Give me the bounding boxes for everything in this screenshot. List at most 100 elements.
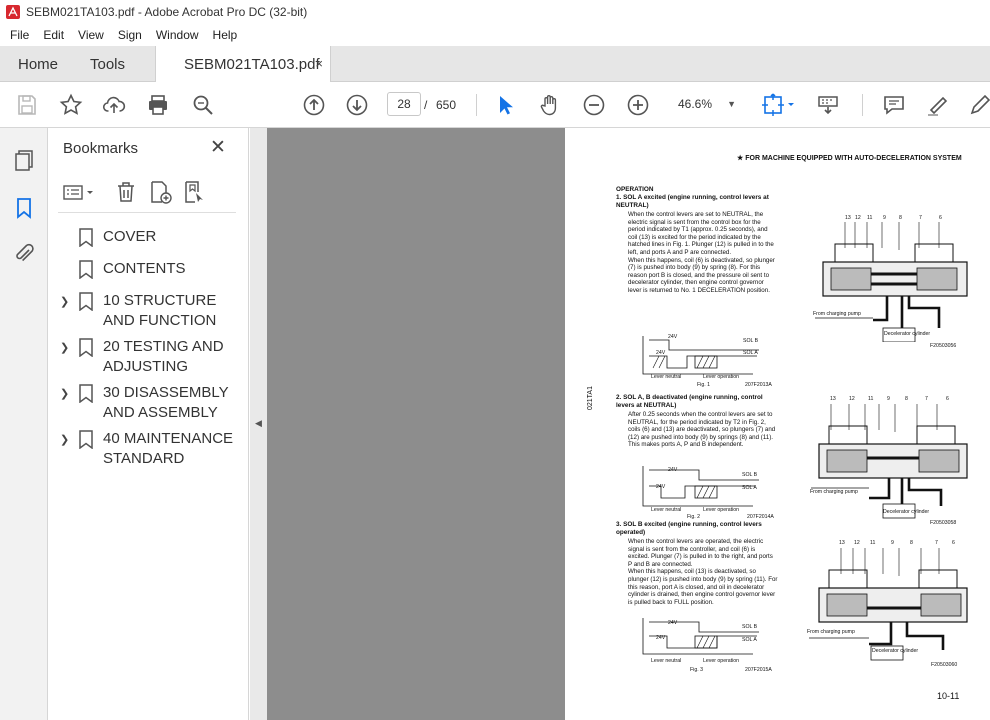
- callout-8: 8: [899, 215, 902, 221]
- left-navigation-rail: [0, 128, 48, 720]
- fig-1-lever-neutral: Lever neutral: [651, 374, 682, 380]
- close-tab-icon[interactable]: ×: [315, 56, 323, 71]
- bookmark-label: 20 TESTING AND ADJUSTING: [103, 338, 224, 375]
- fig-2-code: 207F2014A: [747, 514, 774, 520]
- bookmark-flag-icon: [79, 384, 93, 403]
- fig-1-lever-operation: Lever operation: [703, 374, 740, 380]
- collapse-panel-handle[interactable]: ◀: [250, 128, 267, 720]
- bookmarks-panel-title: Bookmarks: [63, 140, 139, 157]
- section-1-heading: 1. SOL A excited (engine running, contro…: [616, 194, 769, 209]
- acrobat-logo-icon: [6, 5, 20, 19]
- bookmarks-panel: Bookmarks ✕ COVER CONTENTS ❯ 10 STRUCTUR…: [48, 128, 249, 720]
- page-thumbnails-icon[interactable]: [12, 148, 36, 172]
- tab-home[interactable]: Home: [18, 46, 58, 82]
- collapse-arrow-icon: ◀: [255, 418, 262, 428]
- menu-sign[interactable]: Sign: [111, 28, 149, 42]
- callout-13-d2: 13: [830, 396, 836, 402]
- menu-file[interactable]: File: [0, 28, 36, 42]
- bookmark-flag-icon: [79, 338, 93, 357]
- bookmark-flag-icon: [79, 260, 93, 279]
- diagram-3-code: F20503060: [931, 662, 958, 668]
- callout-11-d2: 11: [868, 396, 874, 402]
- page-separator: /: [424, 98, 428, 112]
- previous-page-icon[interactable]: [302, 93, 326, 117]
- valve-diagram-2: [811, 404, 968, 519]
- bookmark-star-icon[interactable]: [59, 93, 83, 117]
- zoom-level-dropdown[interactable]: 46.6% ▼: [670, 92, 742, 116]
- fig-1-sol-a: SOL A: [743, 350, 758, 356]
- bookmark-contents[interactable]: CONTENTS: [48, 259, 248, 281]
- bookmark-testing-and-adjusting[interactable]: ❯ 20 TESTING AND ADJUSTING: [48, 337, 248, 379]
- callout-7: 7: [919, 215, 922, 221]
- callout-12-d3: 12: [854, 540, 860, 546]
- fig-2-label: Fig. 2: [687, 514, 700, 520]
- fig-3-label: Fig. 3: [690, 667, 703, 673]
- cloud-upload-icon[interactable]: [102, 93, 126, 117]
- callout-13: 13: [845, 215, 851, 221]
- save-icon[interactable]: [15, 93, 39, 117]
- bookmark-cover[interactable]: COVER: [48, 227, 248, 249]
- page-header: ★ FOR MACHINE EQUIPPED WITH AUTO-DECELER…: [737, 155, 962, 162]
- diagram-1-pump-label: From charging pump: [813, 311, 861, 317]
- diagram-2-cylinder-label: Decelerator cylinder: [883, 509, 930, 515]
- acrobat-window: SEBM021TA103.pdf - Adobe Acrobat Pro DC …: [0, 0, 990, 720]
- scroll-mode-icon[interactable]: [816, 93, 840, 117]
- callout-7-d2: 7: [925, 396, 928, 402]
- print-icon[interactable]: [146, 93, 170, 117]
- callout-9: 9: [883, 215, 886, 221]
- tab-tools[interactable]: Tools: [90, 46, 125, 82]
- bookmark-disassembly-and-assembly[interactable]: ❯ 30 DISASSEMBLY AND ASSEMBLY: [48, 383, 248, 425]
- delete-bookmark-icon[interactable]: [114, 180, 138, 209]
- find-bookmark-icon[interactable]: [182, 180, 206, 209]
- bookmark-maintenance-standard[interactable]: ❯ 40 MAINTENANCE STANDARD: [48, 429, 248, 471]
- valve-diagram-1: [815, 222, 968, 342]
- next-page-icon[interactable]: [345, 93, 369, 117]
- toolbar-divider-2: [862, 94, 863, 116]
- fig-3-sol-a: SOL A: [742, 637, 757, 643]
- fit-page-icon[interactable]: [761, 93, 797, 117]
- options-list-icon[interactable]: [62, 180, 98, 209]
- attachments-paperclip-icon[interactable]: [12, 242, 36, 266]
- comment-icon[interactable]: [882, 93, 906, 117]
- expand-chevron-icon[interactable]: ❯: [60, 433, 69, 446]
- fig-1-sol-b: SOL B: [743, 338, 759, 344]
- select-cursor-icon[interactable]: [494, 93, 518, 117]
- bookmarks-panel-icon[interactable]: [12, 196, 36, 220]
- new-bookmark-icon[interactable]: [148, 180, 172, 209]
- highlight-pen-icon[interactable]: [926, 93, 950, 117]
- zoom-in-icon[interactable]: [626, 93, 650, 117]
- fig-3-lever-neutral: Lever neutral: [651, 658, 682, 664]
- chevron-down-icon: ▼: [727, 99, 736, 109]
- toolbar-divider: [476, 94, 477, 116]
- document-viewport[interactable]: ★ FOR MACHINE EQUIPPED WITH AUTO-DECELER…: [267, 128, 990, 720]
- fig-1-voltage: 24V: [668, 334, 678, 340]
- zoom-level-value: 46.6%: [678, 97, 713, 111]
- close-panel-icon[interactable]: ✕: [210, 138, 226, 157]
- page-number-input[interactable]: 28: [387, 92, 421, 116]
- menu-view[interactable]: View: [71, 28, 111, 42]
- menu-help[interactable]: Help: [206, 28, 245, 42]
- bookmark-structure-and-function[interactable]: ❯ 10 STRUCTURE AND FUNCTION: [48, 291, 248, 333]
- fig-3-sol-b: SOL B: [742, 624, 758, 630]
- fig-2-sol-a: SOL A: [742, 485, 757, 491]
- zoom-search-icon[interactable]: [191, 93, 215, 117]
- fig-2-sol-b: SOL B: [742, 472, 758, 478]
- section-1-body: When the control levers are set to NEUTR…: [628, 211, 775, 294]
- expand-chevron-icon[interactable]: ❯: [60, 295, 69, 308]
- tab-document[interactable]: SEBM021TA103.pdf ×: [155, 46, 331, 83]
- diagram-1-code: F20503056: [930, 343, 957, 349]
- hand-tool-icon[interactable]: [538, 93, 562, 117]
- pdf-page: ★ FOR MACHINE EQUIPPED WITH AUTO-DECELER…: [565, 128, 990, 720]
- callout-9-d3: 9: [891, 540, 894, 546]
- tab-bar: Home Tools SEBM021TA103.pdf ×: [0, 46, 990, 83]
- expand-chevron-icon[interactable]: ❯: [60, 387, 69, 400]
- section-2-heading: 2. SOL A, B deactivated (engine running,…: [616, 394, 763, 409]
- menu-bar: File Edit View Sign Window Help: [0, 24, 990, 46]
- menu-edit[interactable]: Edit: [36, 28, 71, 42]
- fig-2-lever-neutral: Lever neutral: [651, 507, 682, 513]
- expand-chevron-icon[interactable]: ❯: [60, 341, 69, 354]
- draw-pen-icon[interactable]: [968, 93, 990, 117]
- zoom-out-icon[interactable]: [582, 93, 606, 117]
- callout-8-d2: 8: [905, 396, 908, 402]
- menu-window[interactable]: Window: [149, 28, 206, 42]
